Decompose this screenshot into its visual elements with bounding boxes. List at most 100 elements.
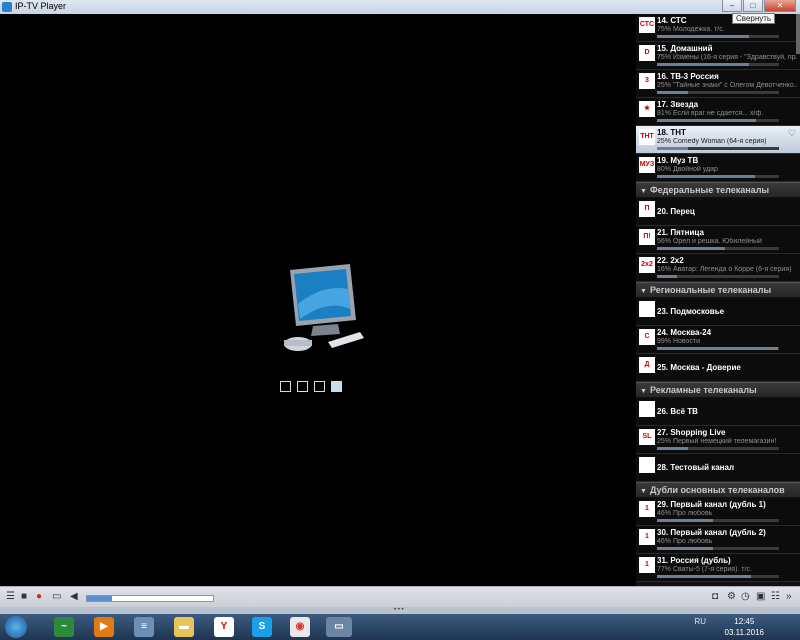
loading-indicator (280, 381, 342, 392)
channel-logo-icon (639, 301, 655, 317)
channel-item[interactable]: SL 27. Shopping Live 25% Первый немецкий т… (636, 426, 800, 454)
stop-icon[interactable]: ■ (21, 591, 27, 602)
seek-grip-icon[interactable]: • • • (394, 607, 404, 613)
channel-logo-icon: СТС (639, 17, 655, 33)
channel-logo-icon: 2x2 (639, 257, 655, 273)
channel-name: 23. Подмосковье (657, 307, 725, 316)
channel-item[interactable]: 23. Подмосковье (636, 298, 800, 326)
volume-slider[interactable] (86, 595, 214, 602)
channel-item[interactable]: 1 30. Первый канал (дубль 2) 46% Про любов… (636, 526, 800, 554)
clock-time: 12:45 (734, 617, 755, 626)
fullscreen-icon[interactable]: ▣ (756, 591, 765, 602)
program-progress-fill (657, 247, 726, 250)
group-header[interactable]: ▼ Федеральные телеканалы (636, 182, 800, 198)
group-header[interactable]: ▼ Региональные телеканалы (636, 282, 800, 298)
program-progress-fill (657, 119, 756, 122)
loading-box-active (331, 381, 342, 392)
iptv-taskbar-icon[interactable]: ▭ (326, 617, 352, 637)
clock[interactable]: 12:45 03.11.2016 (725, 616, 764, 638)
group-label: Региональные телеканалы (649, 285, 772, 295)
timer-icon[interactable]: ◷ (741, 591, 750, 602)
group-header[interactable]: ▼ Дубли основных телеканалов (636, 482, 800, 498)
window-controls: – □ ✕ (722, 0, 796, 12)
volume-icon[interactable]: ◀ (70, 591, 78, 602)
channel-logo-icon: ТНТ (639, 129, 655, 145)
channel-name: 16. ТВ-3 Россия (657, 72, 719, 81)
channel-logo-icon (639, 401, 655, 417)
channel-item[interactable]: 2x2 22. 2х2 16% Аватар: Легенда о Корре (6… (636, 254, 800, 282)
start-button[interactable] (5, 616, 27, 638)
tv-logo-icon (284, 264, 364, 351)
loading-box (297, 381, 308, 392)
program-progress-bar (657, 175, 779, 178)
channel-item[interactable]: 28. Тестовый канал (636, 454, 800, 482)
loading-box (280, 381, 291, 392)
taskbar-app-icon[interactable]: ~ (54, 617, 74, 637)
program-progress-bar (657, 519, 779, 522)
scrollbar[interactable] (796, 14, 800, 54)
channel-item[interactable]: МУЗ 19. Муз ТВ 80% Двойной удар (636, 154, 800, 182)
channel-name: 25. Москва - Доверие (657, 363, 741, 372)
list-icon[interactable]: ☷ (771, 591, 780, 602)
channel-item[interactable]: 1 31. Россия (дубль) 77% Сваты-5 (7-я сери… (636, 554, 800, 582)
channel-item[interactable]: ★ 17. Звезда 81% Если враг не сдается... х… (636, 98, 800, 126)
channel-program: 46% Про любовь (657, 510, 713, 517)
channel-name: 17. Звезда (657, 100, 699, 109)
channel-name: 21. Пятница (657, 228, 704, 237)
channel-program: 75% Молодежка. т/с. (657, 26, 725, 33)
channel-list[interactable]: СТС 14. СТС 75% Молодежка. т/с. D 15. Домаш… (636, 14, 800, 586)
settings-icon[interactable]: ☰ (6, 591, 15, 602)
skype-icon[interactable]: S (252, 617, 272, 637)
program-progress-fill (657, 63, 749, 66)
group-header[interactable]: ▼ Рекламные телеканалы (636, 382, 800, 398)
channel-item[interactable]: П! 21. Пятница 56% Орел и решка. Юбилейный (636, 226, 800, 254)
collapse-icon: ▼ (640, 388, 647, 395)
explorer-icon[interactable]: ▬ (174, 617, 194, 637)
seek-bar[interactable]: • • • (0, 607, 800, 614)
program-progress-bar (657, 35, 779, 38)
channel-logo-icon: П! (639, 229, 655, 245)
channel-name: 30. Первый канал (дубль 2) (657, 528, 766, 537)
channel-item[interactable]: С 24. Москва-24 99% Новости (636, 326, 800, 354)
notepad-icon[interactable]: ≡ (134, 617, 154, 637)
minimize-tooltip: Свернуть (732, 13, 776, 24)
media-player-icon[interactable]: ▶ (94, 617, 114, 637)
loading-box (314, 381, 325, 392)
gear-icon[interactable]: ⚙ (727, 591, 736, 602)
chrome-icon[interactable]: ◉ (290, 617, 310, 637)
language-indicator[interactable]: RU (694, 617, 706, 626)
program-progress-bar (657, 347, 779, 350)
minimize-button[interactable]: – (722, 0, 742, 12)
expand-icon[interactable]: » (786, 591, 792, 602)
channel-item[interactable]: СТС 14. СТС 75% Молодежка. т/с. (636, 14, 800, 42)
channel-item[interactable]: Д 25. Москва - Доверие (636, 354, 800, 382)
channel-item-selected[interactable]: ♡ ТНТ 18. ТНТ 25% Comedy Woman (64-я серия) (636, 126, 800, 154)
folder-icon[interactable]: ▭ (52, 591, 61, 602)
channel-item[interactable]: П 20. Перец (636, 198, 800, 226)
channel-name: 18. ТНТ (657, 128, 686, 137)
channel-name: 29. Первый канал (дубль 1) (657, 500, 766, 509)
program-progress-bar (657, 91, 779, 94)
program-progress-fill (657, 147, 688, 150)
yandex-icon[interactable]: Y (214, 617, 234, 637)
channel-logo-icon: МУЗ (639, 157, 655, 173)
program-progress-bar (657, 447, 779, 450)
channel-item[interactable]: 3 16. ТВ-3 Россия 25% "Тайные знаки" с Оле… (636, 70, 800, 98)
maximize-button[interactable]: □ (743, 0, 763, 12)
record-icon[interactable]: ● (36, 591, 42, 602)
channel-item[interactable]: 26. Всё ТВ (636, 398, 800, 426)
program-progress-fill (657, 35, 749, 38)
program-progress-bar (657, 119, 779, 122)
channel-logo-icon: 1 (639, 529, 655, 545)
channel-name: 19. Муз ТВ (657, 156, 699, 165)
channel-logo-icon: Д (639, 357, 655, 373)
channel-name: 14. СТС (657, 16, 687, 25)
channel-logo-icon: П (639, 201, 655, 217)
screenshot-icon[interactable]: ◘ (712, 591, 718, 602)
channel-item[interactable]: D 15. Домашний 75% Измены (16-я серия - "З… (636, 42, 800, 70)
channel-item[interactable]: 1 29. Первый канал (дубль 1) 46% Про любов… (636, 498, 800, 526)
close-button[interactable]: ✕ (764, 0, 796, 12)
program-progress-fill (657, 575, 751, 578)
video-area[interactable] (0, 14, 636, 586)
channel-program: 46% Про любовь (657, 538, 713, 545)
